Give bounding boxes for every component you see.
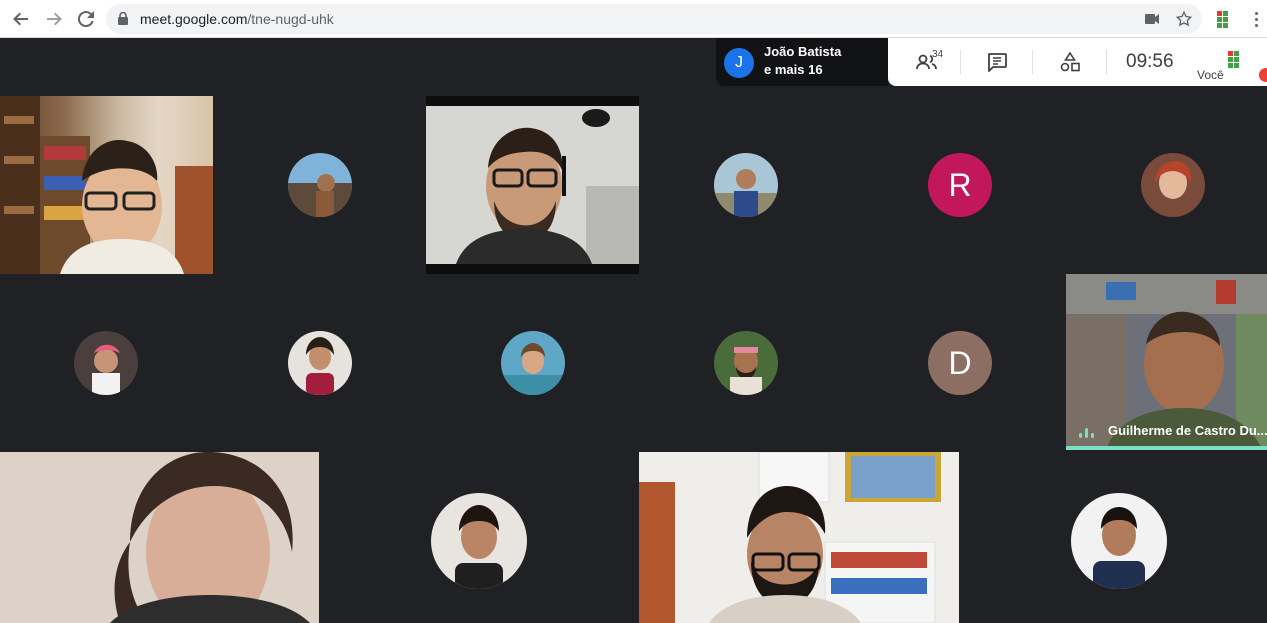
address-bar[interactable]: meet.google.com/tne-nugd-uhk xyxy=(106,4,1202,34)
forward-arrow-icon[interactable] xyxy=(42,7,66,31)
url-text: meet.google.com/tne-nugd-uhk xyxy=(140,11,334,27)
mic-muted-icon xyxy=(1259,68,1267,82)
participant-video[interactable] xyxy=(426,96,639,274)
speaking-indicator-icon xyxy=(1079,428,1097,438)
participant-video[interactable] xyxy=(0,96,213,274)
participant-avatar[interactable] xyxy=(714,153,778,217)
self-label: Você xyxy=(1197,68,1224,82)
participants-button[interactable] xyxy=(912,38,942,86)
chat-icon xyxy=(988,52,1007,72)
participant-avatar[interactable] xyxy=(1141,153,1205,217)
participant-avatar[interactable] xyxy=(288,331,352,395)
extension-icon[interactable] xyxy=(1215,9,1235,29)
participant-avatar[interactable] xyxy=(501,331,565,395)
presenter-avatar: J xyxy=(724,48,754,78)
lock-icon xyxy=(118,12,128,25)
shapes-icon xyxy=(1060,52,1080,72)
speaker-name: Guilherme de Castro Du... xyxy=(1108,423,1267,438)
presenter-chip[interactable]: J João Batista e mais 16 xyxy=(716,38,888,86)
participant-video[interactable] xyxy=(0,452,319,623)
participant-avatar[interactable] xyxy=(714,331,778,395)
participant-avatar[interactable] xyxy=(431,493,527,589)
participant-avatar[interactable] xyxy=(1071,493,1167,589)
participant-avatar[interactable] xyxy=(288,153,352,217)
url-path: /tne-nugd-uhk xyxy=(247,11,334,27)
participant-video[interactable] xyxy=(639,452,959,623)
meet-top-bar: J João Batista e mais 16 34 09:56 Você xyxy=(0,38,1267,96)
participant-avatar-letter[interactable]: D xyxy=(928,331,992,395)
url-host: meet.google.com xyxy=(140,11,248,27)
institution-logo-icon xyxy=(1228,51,1239,68)
participant-avatar-letter[interactable]: R xyxy=(928,153,992,217)
presenter-more: e mais 16 xyxy=(764,62,823,77)
meeting-clock: 09:56 xyxy=(1126,51,1174,72)
divider xyxy=(1106,50,1107,74)
presenter-name: João Batista xyxy=(764,44,842,59)
participant-avatar[interactable] xyxy=(74,331,138,395)
camera-icon[interactable] xyxy=(1143,10,1161,28)
menu-icon[interactable] xyxy=(1248,7,1264,31)
reload-icon[interactable] xyxy=(74,7,98,31)
star-icon[interactable] xyxy=(1175,10,1193,28)
back-arrow-icon[interactable] xyxy=(9,7,33,31)
active-speaker-bar xyxy=(1066,446,1267,450)
divider xyxy=(1032,50,1033,74)
activities-button[interactable] xyxy=(1058,38,1082,86)
browser-toolbar: meet.google.com/tne-nugd-uhk xyxy=(0,0,1267,38)
divider xyxy=(960,50,961,74)
participant-count: 34 xyxy=(932,49,944,60)
chat-button[interactable] xyxy=(984,38,1010,86)
